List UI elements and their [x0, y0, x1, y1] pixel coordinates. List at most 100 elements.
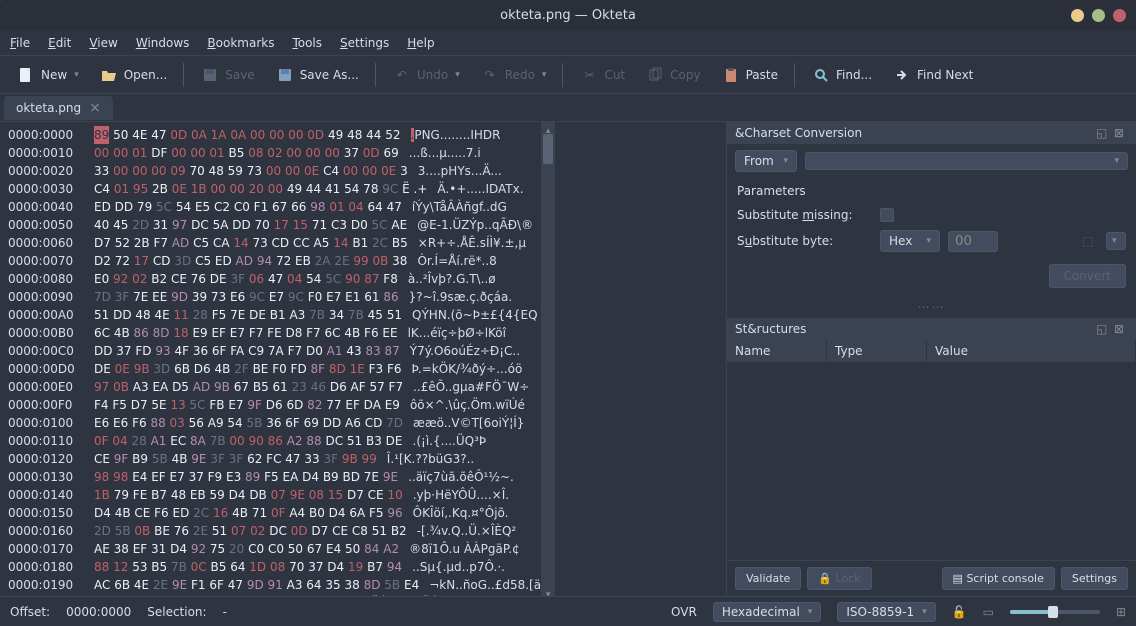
- lock-button[interactable]: 🔒 Lock: [807, 567, 871, 590]
- overwrite-mode[interactable]: OVR: [671, 605, 697, 619]
- charset-combo[interactable]: ISO-8859-1▾: [837, 602, 935, 622]
- menu-view[interactable]: View: [89, 36, 117, 50]
- hex-row[interactable]: 0000:0080E0 92 02 B2 CE 76 DE 3F 06 47 0…: [8, 270, 541, 288]
- tabbar: okteta.png ×: [0, 94, 1136, 122]
- hex-row[interactable]: 0000:0060D7 52 2B F7 AD C5 CA 14 73 CD C…: [8, 234, 541, 252]
- hex-row[interactable]: 0000:0170AE 38 EF 31 D4 92 75 20 C0 C0 5…: [8, 540, 541, 558]
- menu-bookmarks[interactable]: Bookmarks: [207, 36, 274, 50]
- hex-row[interactable]: 0000:005040 45 2D 31 97 DC 5A DD 70 17 1…: [8, 216, 541, 234]
- hex-row[interactable]: 0000:000089 50 4E 47 0D 0A 1A 0A 00 00 0…: [8, 126, 541, 144]
- hex-row[interactable]: 0000:002033 00 00 00 09 70 48 59 73 00 0…: [8, 162, 541, 180]
- hex-row[interactable]: 0000:01100F 04 28 A1 EC 8A 7B 00 90 86 A…: [8, 432, 541, 450]
- saveas-button[interactable]: Save As...: [267, 61, 367, 89]
- menu-help[interactable]: Help: [407, 36, 434, 50]
- validate-button[interactable]: Validate: [735, 567, 801, 590]
- convert-button[interactable]: Convert: [1049, 264, 1126, 288]
- menu-file[interactable]: File: [10, 36, 30, 50]
- script-icon: ▤: [953, 572, 963, 585]
- minimize-button[interactable]: [1071, 9, 1084, 22]
- hex-row[interactable]: 0000:00B06C 4B 86 8D 18 E9 EF E7 F7 FE D…: [8, 324, 541, 342]
- save-icon: [200, 65, 220, 85]
- detach-icon[interactable]: ◱: [1096, 126, 1110, 140]
- tab-okteta-png[interactable]: okteta.png ×: [4, 96, 113, 120]
- paste-icon: [721, 65, 741, 85]
- hex-editor[interactable]: 0000:000089 50 4E 47 0D 0A 1A 0A 00 00 0…: [0, 122, 726, 596]
- menu-windows[interactable]: Windows: [136, 36, 190, 50]
- hex-row[interactable]: 0000:0030C4 01 95 2B 0E 1B 00 00 20 00 4…: [8, 180, 541, 198]
- maximize-button[interactable]: [1092, 9, 1105, 22]
- script-console-button[interactable]: ▤ Script console: [942, 567, 1055, 590]
- panel-close-icon[interactable]: ⊠: [1114, 322, 1128, 336]
- structures-body: [727, 363, 1136, 560]
- hex-row[interactable]: 0000:01401B 79 FE B7 48 EB 59 D4 DB 07 9…: [8, 486, 541, 504]
- hex-row[interactable]: 0000:013098 98 E4 EF E7 37 F9 E3 89 F5 E…: [8, 468, 541, 486]
- hex-row[interactable]: 0000:0070D2 72 17 CD 3D C5 ED AD 94 72 E…: [8, 252, 541, 270]
- chevron-down-icon: ▾: [783, 156, 788, 166]
- sub-missing-checkbox[interactable]: [880, 208, 894, 222]
- hex-row[interactable]: 0000:00E097 0B A3 EA D5 AD 9B 67 B5 61 2…: [8, 378, 541, 396]
- scroll-down-icon[interactable]: ▾: [543, 586, 553, 596]
- hex-row[interactable]: 0000:00C0DD 37 FD 93 4F 36 6F FA C9 7A F…: [8, 342, 541, 360]
- find-button[interactable]: Find...: [803, 61, 880, 89]
- hex-row[interactable]: 0000:01A05F 8F 3A 43 98 21 DC DD 3B 21 8…: [8, 594, 541, 596]
- unlock-icon[interactable]: 🔓: [952, 605, 967, 619]
- byte-format-combo[interactable]: Hex▾: [880, 230, 940, 252]
- encoding-combo[interactable]: Hexadecimal▾: [713, 602, 822, 622]
- cut-button[interactable]: ✂ Cut: [571, 61, 633, 89]
- col-type[interactable]: Type: [827, 340, 927, 362]
- titlebar: okteta.png — Okteta: [0, 0, 1136, 30]
- findnext-button[interactable]: Find Next: [884, 61, 981, 89]
- hex-row[interactable]: 0000:00907D 3F 7E EE 9D 39 73 E6 9C E7 9…: [8, 288, 541, 306]
- hex-row[interactable]: 0000:00F0F4 F5 D7 5E 13 5C FB E7 9F D6 6…: [8, 396, 541, 414]
- tab-close-icon[interactable]: ×: [89, 100, 101, 116]
- open-button[interactable]: Open...: [91, 61, 176, 89]
- hex-scrollbar[interactable]: ▴ ▾: [541, 122, 555, 596]
- byte-value-input[interactable]: [948, 231, 998, 252]
- structures-table-header: Name Type Value: [727, 340, 1136, 363]
- search-icon: [811, 65, 831, 85]
- hex-row[interactable]: 0000:0190AC 6B 4E 2E 9E F1 6F 47 9D 91 A…: [8, 576, 541, 594]
- col-name[interactable]: Name: [727, 340, 827, 362]
- hex-row[interactable]: 0000:00A051 DD 48 4E 11 28 F5 7E DE B1 A…: [8, 306, 541, 324]
- paste-button[interactable]: Paste: [713, 61, 786, 89]
- parameters-label: Parameters: [727, 178, 1136, 204]
- copy-button[interactable]: Copy: [637, 61, 708, 89]
- hex-row[interactable]: 0000:0100E6 E6 F6 88 03 56 A9 54 5B 36 6…: [8, 414, 541, 432]
- save-as-icon: [275, 65, 295, 85]
- redo-icon: ↷: [480, 65, 500, 85]
- panel-close-icon[interactable]: ⊠: [1114, 126, 1128, 140]
- tab-label: okteta.png: [16, 101, 81, 115]
- toolbar: New▾ Open... Save Save As... ↶ Undo▾ ↷ R…: [0, 56, 1136, 94]
- scroll-up-icon[interactable]: ▴: [543, 122, 553, 132]
- hex-row[interactable]: 0000:00D0DE 0E 9B 3D 6B D6 4B 2F BE F0 F…: [8, 360, 541, 378]
- cut-icon: ✂: [579, 65, 599, 85]
- zoom-slider[interactable]: [1010, 610, 1100, 614]
- redo-button[interactable]: ↷ Redo▾: [472, 61, 555, 89]
- hex-row[interactable]: 0000:0040ED DD 79 5C 54 E5 C2 C0 F1 67 6…: [8, 198, 541, 216]
- byte-extra-combo[interactable]: ▾: [1106, 232, 1126, 250]
- from-combo[interactable]: From▾: [735, 150, 797, 172]
- menu-tools[interactable]: Tools: [292, 36, 322, 50]
- settings-button[interactable]: Settings: [1061, 567, 1128, 590]
- zoom-in-icon[interactable]: ⊞: [1116, 605, 1126, 619]
- menu-edit[interactable]: Edit: [48, 36, 71, 50]
- new-file-icon: [16, 65, 36, 85]
- scroll-thumb[interactable]: [543, 134, 553, 164]
- selection-label: Selection:: [147, 605, 206, 619]
- hex-row[interactable]: 0000:01602D 5B 0B BE 76 2E 51 07 02 DC 0…: [8, 522, 541, 540]
- undo-button[interactable]: ↶ Undo▾: [384, 61, 468, 89]
- col-value[interactable]: Value: [927, 340, 1136, 362]
- close-button[interactable]: [1113, 9, 1126, 22]
- zoom-out-icon[interactable]: ▭: [983, 605, 994, 619]
- charset-combo[interactable]: ▾: [805, 152, 1128, 170]
- hex-row[interactable]: 0000:018088 12 53 B5 7B 0C B5 64 1D 08 7…: [8, 558, 541, 576]
- lock-icon: 🔒: [818, 572, 832, 585]
- new-button[interactable]: New▾: [8, 61, 87, 89]
- hex-row[interactable]: 0000:0150D4 4B CE F6 ED 2C 16 4B 71 0F A…: [8, 504, 541, 522]
- clear-icon[interactable]: ⬚: [1078, 231, 1098, 251]
- detach-icon[interactable]: ◱: [1096, 322, 1110, 336]
- hex-row[interactable]: 0000:001000 00 01 DF 00 00 01 B5 08 02 0…: [8, 144, 541, 162]
- menu-settings[interactable]: Settings: [340, 36, 389, 50]
- save-button[interactable]: Save: [192, 61, 262, 89]
- hex-row[interactable]: 0000:0120CE 9F B9 5B 4B 9E 3F 3F 62 FC 4…: [8, 450, 541, 468]
